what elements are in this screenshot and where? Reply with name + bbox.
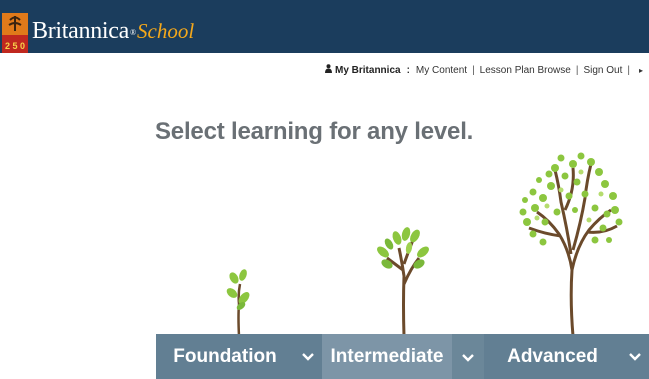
chevron-down-icon[interactable] (462, 346, 474, 368)
nav-divider: | (627, 64, 630, 76)
tab-advanced-label: Advanced (507, 345, 598, 367)
product-name: School (137, 19, 195, 43)
tab-foundation[interactable]: Foundation (156, 334, 322, 379)
nav-divider: | (472, 64, 475, 76)
nav-colon: : (406, 64, 410, 76)
britannica-thistle-logo-icon[interactable]: 2 5 0 (2, 13, 28, 53)
person-icon (325, 64, 332, 76)
sprout-illustration (226, 269, 250, 336)
my-britannica-link[interactable]: My Britannica (335, 65, 401, 76)
tab-intermediate-label: Intermediate (330, 345, 444, 367)
user-nav: My Britannica : My Content | Lesson Plan… (325, 62, 643, 78)
tab-intermediate-toggle[interactable] (452, 334, 484, 379)
sapling-illustration (377, 227, 429, 336)
page-headline: Select learning for any level. (155, 118, 474, 145)
britannica-school-logo[interactable]: Britannica®School (32, 17, 194, 45)
my-content-link[interactable]: My Content (416, 65, 467, 76)
tab-intermediate[interactable]: Intermediate (322, 334, 452, 379)
brand-mark: ® (129, 28, 137, 37)
chevron-down-icon[interactable] (294, 349, 322, 364)
tree-illustration (519, 152, 623, 336)
chevron-down-icon[interactable] (621, 349, 649, 364)
tab-advanced[interactable]: Advanced (484, 334, 649, 379)
nav-divider: | (575, 64, 579, 76)
lesson-plan-browse-link[interactable]: Lesson Plan Browse (480, 65, 571, 76)
brand-name: Britannica (32, 18, 129, 44)
sign-out-link[interactable]: Sign Out (583, 65, 622, 76)
nav-arrow-icon[interactable]: ▸ (639, 66, 643, 75)
level-selector-bar: Foundation Intermediate Advanced (156, 334, 649, 379)
site-header: 2 5 0 Britannica®School (0, 0, 649, 53)
tab-foundation-label: Foundation (173, 345, 277, 367)
badge-text: 2 5 0 (5, 41, 25, 51)
